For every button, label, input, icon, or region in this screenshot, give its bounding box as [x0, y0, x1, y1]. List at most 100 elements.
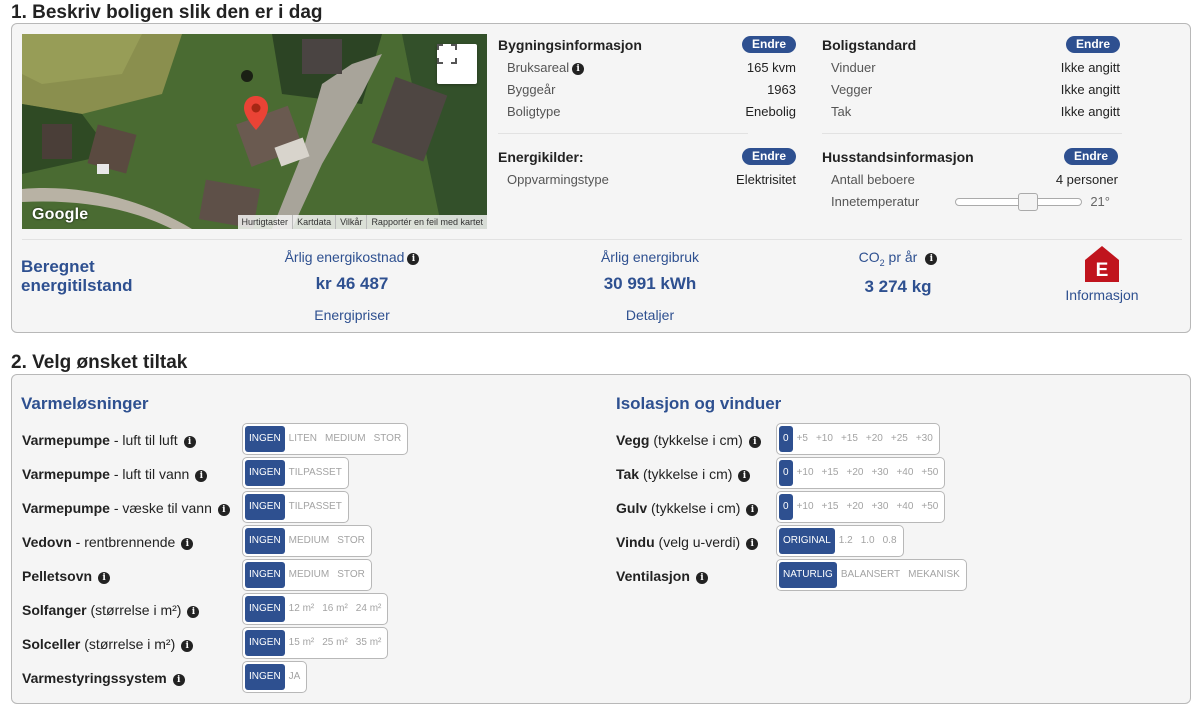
energy-rating[interactable]: E Informasjon — [1057, 246, 1147, 303]
option-choice[interactable]: BALANSERT — [837, 562, 904, 588]
option-choice[interactable]: INGEN — [245, 630, 285, 656]
option-choice[interactable]: STOR — [333, 528, 369, 554]
location-pin-icon[interactable] — [244, 96, 268, 130]
option-choice[interactable]: +40 — [892, 494, 917, 520]
row-label: Oppvarmingstype — [507, 172, 609, 187]
option-choice[interactable]: 35 m² — [352, 630, 386, 656]
info-icon[interactable]: i — [738, 470, 751, 482]
info-row: Oppvarmingstype Elektrisitet — [507, 172, 796, 192]
option-label-detail: (velg u-verdi) — [654, 534, 741, 550]
option-choice[interactable]: +10 — [793, 460, 818, 486]
info-row: Antall beboere 4 personer — [831, 172, 1118, 192]
option-choice[interactable]: INGEN — [245, 562, 285, 588]
option-choice[interactable]: +20 — [862, 426, 887, 452]
info-icon[interactable]: i — [746, 504, 759, 516]
option-choice[interactable]: STOR — [370, 426, 406, 452]
fullscreen-button[interactable] — [437, 44, 477, 84]
info-icon[interactable]: i — [183, 436, 196, 448]
option-choice[interactable]: +10 — [793, 494, 818, 520]
option-choice[interactable]: 0 — [779, 494, 793, 520]
option-choice[interactable]: MEDIUM — [285, 528, 334, 554]
option-choice[interactable]: 25 m² — [318, 630, 352, 656]
option-choice[interactable]: MEDIUM — [285, 562, 334, 588]
option-choice[interactable]: TILPASSET — [285, 494, 346, 520]
option-choice[interactable]: +20 — [843, 494, 868, 520]
option-label: Gulv (tykkelse i cm) i — [616, 500, 759, 516]
option-choice[interactable]: 1.2 — [835, 528, 857, 554]
option-choice[interactable]: 24 m² — [352, 596, 386, 622]
option-choice[interactable]: NATURLIG — [779, 562, 837, 588]
option-choice[interactable]: MEDIUM — [321, 426, 370, 452]
option-selector: NATURLIG BALANSERT MEKANISK — [776, 559, 967, 591]
option-choice[interactable]: INGEN — [245, 494, 285, 520]
option-choice[interactable]: +5 — [793, 426, 812, 452]
slider-handle[interactable] — [1018, 193, 1038, 211]
option-choice[interactable]: JA — [285, 664, 305, 690]
option-choice[interactable]: +30 — [867, 494, 892, 520]
energy-sources-group: Energikilder: Endre Oppvarmingstype Elek… — [498, 148, 796, 199]
option-choice[interactable]: +25 — [887, 426, 912, 452]
info-icon[interactable]: i — [181, 538, 194, 550]
edit-energy-sources-button[interactable]: Endre — [741, 148, 796, 165]
option-choice[interactable]: ORIGINAL — [779, 528, 835, 554]
information-link[interactable]: Informasjon — [1057, 287, 1147, 303]
report-error-link[interactable]: Rapportér en feil med kartet — [366, 215, 487, 229]
option-choice[interactable]: +50 — [917, 460, 942, 486]
info-icon[interactable]: i — [695, 572, 708, 584]
option-choice[interactable]: STOR — [333, 562, 369, 588]
option-choice[interactable]: INGEN — [245, 460, 285, 486]
details-link[interactable]: Detaljer — [550, 307, 750, 323]
option-label-detail: (tykkelse i cm) — [649, 432, 743, 448]
map-view[interactable]: Google Hurtigtaster Kartdata Vilkår Rapp… — [22, 34, 487, 229]
energy-status-title: Beregnet energitilstand — [21, 257, 132, 295]
info-icon[interactable]: i — [925, 253, 938, 265]
edit-building-button[interactable]: Endre — [741, 36, 796, 53]
co2-metric: CO2 pr år i 3 274 kg — [798, 249, 998, 297]
option-choice[interactable]: 15 m² — [285, 630, 319, 656]
info-icon[interactable]: i — [217, 504, 230, 516]
option-choice[interactable]: 16 m² — [318, 596, 352, 622]
option-label: Vegg (tykkelse i cm) i — [616, 432, 761, 448]
option-choice[interactable]: 0.8 — [879, 528, 901, 554]
info-icon[interactable]: i — [748, 436, 761, 448]
keyboard-shortcuts-link[interactable]: Hurtigtaster — [238, 215, 293, 229]
option-choice[interactable]: TILPASSET — [285, 460, 346, 486]
option-choice[interactable]: INGEN — [245, 596, 285, 622]
option-label-main: Ventilasjon — [616, 568, 690, 584]
option-choice[interactable]: +15 — [837, 426, 862, 452]
option-choice[interactable]: 12 m² — [285, 596, 319, 622]
row-label: Vegger — [831, 82, 873, 97]
option-label-main: Varmepumpe — [22, 432, 110, 448]
info-icon[interactable]: i — [572, 63, 585, 75]
option-choice[interactable]: +15 — [818, 460, 843, 486]
option-choice[interactable]: +30 — [912, 426, 937, 452]
info-icon[interactable]: i — [181, 640, 194, 652]
terms-link[interactable]: Vilkår — [335, 215, 366, 229]
temperature-slider[interactable] — [955, 193, 1082, 211]
map-data-link[interactable]: Kartdata — [292, 215, 335, 229]
info-icon[interactable]: i — [187, 606, 200, 618]
option-choice[interactable]: INGEN — [245, 426, 285, 452]
option-choice[interactable]: 0 — [779, 460, 793, 486]
option-choice[interactable]: 1.0 — [857, 528, 879, 554]
option-label-detail: - luft til luft — [109, 432, 178, 448]
info-icon[interactable]: i — [746, 538, 759, 550]
option-choice[interactable]: 0 — [779, 426, 793, 452]
option-choice[interactable]: LITEN — [285, 426, 321, 452]
edit-household-button[interactable]: Endre — [1063, 148, 1118, 165]
option-choice[interactable]: INGEN — [245, 664, 285, 690]
info-icon[interactable]: i — [98, 572, 111, 584]
option-choice[interactable]: +50 — [917, 494, 942, 520]
option-choice[interactable]: +20 — [843, 460, 868, 486]
option-choice[interactable]: MEKANISK — [904, 562, 964, 588]
energy-prices-link[interactable]: Energipriser — [252, 307, 452, 323]
info-icon[interactable]: i — [195, 470, 208, 482]
option-choice[interactable]: +10 — [812, 426, 837, 452]
info-icon[interactable]: i — [407, 253, 420, 265]
option-choice[interactable]: +40 — [892, 460, 917, 486]
info-icon[interactable]: i — [172, 674, 185, 686]
option-choice[interactable]: +15 — [818, 494, 843, 520]
edit-standard-button[interactable]: Endre — [1065, 36, 1120, 53]
option-choice[interactable]: +30 — [867, 460, 892, 486]
option-choice[interactable]: INGEN — [245, 528, 285, 554]
